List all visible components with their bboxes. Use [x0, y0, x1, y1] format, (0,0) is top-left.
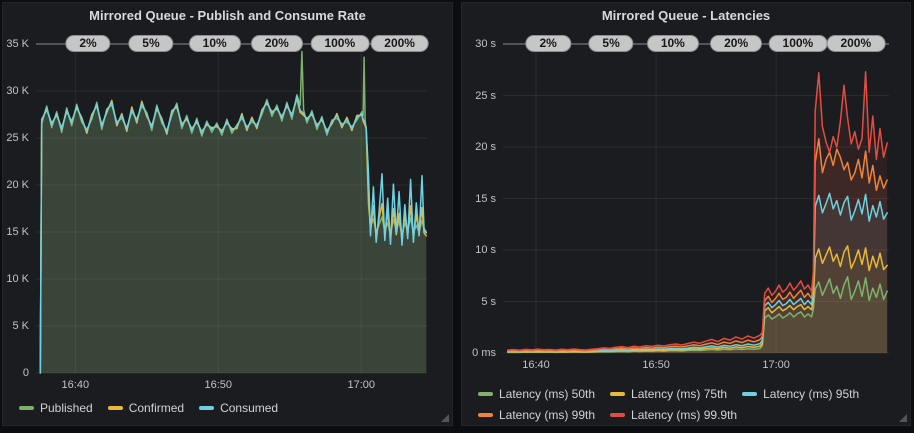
dashboard: Mirrored Queue - Publish and Consume Rat… — [0, 0, 914, 433]
legend-item[interactable]: Latency (ms) 99.9th — [610, 408, 737, 422]
y-tick-label: 15 K — [3, 226, 29, 238]
x-tick-label: 16:50 — [205, 379, 233, 391]
panel-resize-handle[interactable] — [899, 414, 907, 422]
y-tick-label: 35 K — [3, 38, 29, 50]
legend-label: Latency (ms) 99th — [499, 408, 595, 422]
y-tick-label: 25 s — [462, 90, 496, 102]
y-tick-label: 30 s — [462, 38, 496, 50]
legend-color-swatch — [199, 406, 214, 410]
annotation-pill[interactable]: 100% — [310, 35, 369, 52]
annotation-pill[interactable]: 10% — [189, 35, 241, 52]
annotation-pill[interactable]: 5% — [128, 35, 173, 52]
chart-canvas[interactable] — [36, 44, 427, 373]
y-tick-label: 15 s — [462, 193, 496, 205]
y-tick-label: 20 K — [3, 179, 29, 191]
y-tick-label: 20 s — [462, 141, 496, 153]
x-tick-label: 16:40 — [522, 359, 550, 371]
panel-publish-consume-rate: Mirrored Queue - Publish and Consume Rat… — [2, 2, 453, 426]
legend-color-swatch — [478, 392, 493, 396]
legend: Published Confirmed Consumed — [19, 401, 439, 415]
annotation-pill[interactable]: 2% — [65, 35, 110, 52]
x-tick-label: 16:50 — [642, 359, 670, 371]
y-tick-label: 0 — [3, 367, 29, 379]
panel-title[interactable]: Mirrored Queue - Publish and Consume Rat… — [3, 3, 452, 26]
legend-label: Latency (ms) 75th — [631, 387, 727, 401]
y-tick-label: 25 K — [3, 132, 29, 144]
panel-resize-handle[interactable] — [441, 414, 449, 422]
legend-item[interactable]: Confirmed — [108, 401, 184, 415]
annotation-pill[interactable]: 100% — [769, 35, 828, 52]
legend-item[interactable]: Latency (ms) 95th — [742, 387, 859, 401]
legend-label: Latency (ms) 99.9th — [631, 408, 737, 422]
x-tick-label: 17:00 — [762, 359, 790, 371]
y-tick-label: 5 K — [3, 320, 29, 332]
y-tick-label: 0 ms — [462, 347, 496, 359]
y-tick-label: 30 K — [3, 85, 29, 97]
legend-label: Latency (ms) 95th — [763, 387, 859, 401]
legend: Latency (ms) 50th Latency (ms) 75th Latenc… — [478, 387, 904, 422]
annotation-pill[interactable]: 20% — [251, 35, 303, 52]
annotation-pill[interactable]: 5% — [588, 35, 633, 52]
panel-title[interactable]: Mirrored Queue - Latencies — [462, 3, 910, 26]
y-tick-label: 5 s — [462, 296, 496, 308]
annotation-pill[interactable]: 2% — [525, 35, 570, 52]
series-fill-4 — [508, 72, 887, 353]
legend-item[interactable]: Published — [19, 401, 93, 415]
legend-color-swatch — [610, 392, 625, 396]
x-tick-label: 17:00 — [347, 379, 375, 391]
legend-color-swatch — [742, 392, 757, 396]
panel-latencies: Mirrored Queue - Latencies Latency (ms) … — [461, 2, 911, 426]
legend-color-swatch — [478, 413, 493, 417]
legend-color-swatch — [108, 406, 123, 410]
annotation-pill[interactable]: 10% — [647, 35, 699, 52]
x-tick-label: 16:40 — [62, 379, 90, 391]
legend-label: Published — [40, 401, 93, 415]
annotation-pill[interactable]: 200% — [826, 35, 885, 52]
annotation-pill[interactable]: 200% — [370, 35, 429, 52]
y-tick-label: 10 s — [462, 244, 496, 256]
legend-item[interactable]: Latency (ms) 99th — [478, 408, 595, 422]
chart-canvas[interactable] — [503, 44, 889, 353]
legend-item[interactable]: Latency (ms) 50th — [478, 387, 595, 401]
legend-label: Confirmed — [129, 401, 184, 415]
annotation-pill[interactable]: 20% — [710, 35, 762, 52]
legend-item[interactable]: Latency (ms) 75th — [610, 387, 727, 401]
legend-color-swatch — [19, 406, 34, 410]
y-tick-label: 10 K — [3, 273, 29, 285]
legend-item[interactable]: Consumed — [199, 401, 278, 415]
legend-label: Consumed — [220, 401, 278, 415]
legend-label: Latency (ms) 50th — [499, 387, 595, 401]
legend-color-swatch — [610, 413, 625, 417]
